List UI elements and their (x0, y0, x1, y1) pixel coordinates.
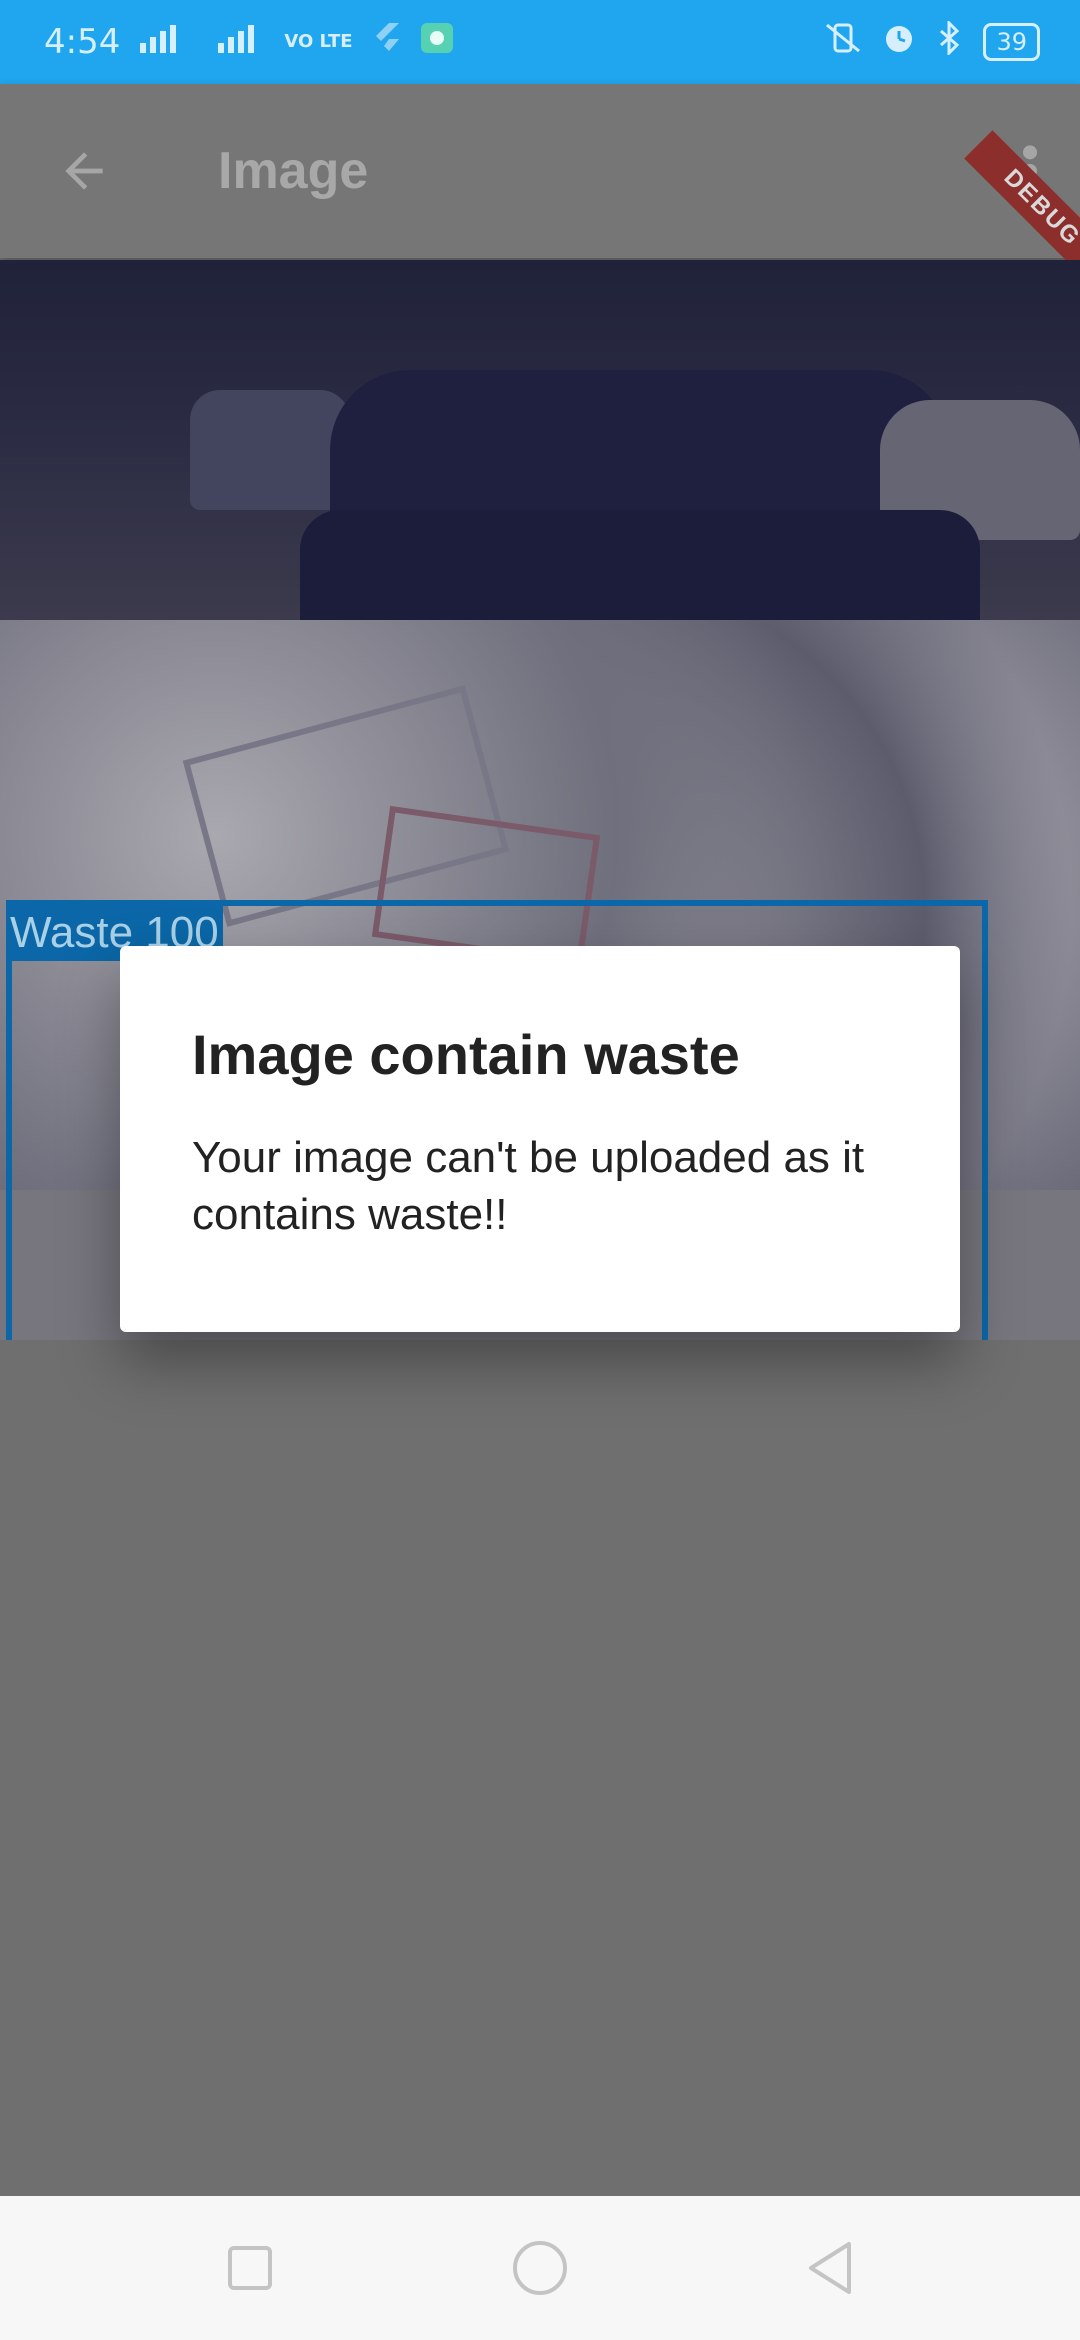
status-left: 4:54 VO LTE (44, 21, 455, 63)
image-car (190, 390, 350, 510)
back-nav-button[interactable] (800, 2238, 860, 2298)
back-button[interactable] (44, 131, 124, 211)
battery-icon: 39 (983, 23, 1040, 61)
bluetooth-icon (935, 19, 965, 63)
mute-vibrate-icon (823, 21, 863, 63)
volte-icon: VO LTE (284, 31, 353, 52)
recents-button[interactable] (220, 2238, 280, 2298)
arrow-back-icon (65, 152, 103, 190)
status-time: 4:54 (44, 22, 121, 62)
status-bar: 4:54 VO LTE 39 (0, 0, 1080, 84)
back-triangle-icon (809, 2242, 851, 2294)
dialog-message: Your image can't be uploaded as it conta… (192, 1133, 865, 1240)
signal-icon (216, 21, 266, 63)
home-circle-icon (513, 2241, 567, 2295)
system-nav-bar (0, 2196, 1080, 2340)
recents-square-icon (228, 2246, 272, 2290)
home-button[interactable] (510, 2238, 570, 2298)
status-right: 39 (823, 19, 1040, 63)
dialog-title: Image contain waste (192, 1023, 740, 1086)
app-bar: Image DEBUG (0, 84, 1080, 286)
flutter-icon (371, 21, 401, 63)
app-icon (419, 21, 455, 63)
page-title: Image (218, 142, 369, 200)
alert-dialog: Image contain waste Your image can't be … (120, 946, 960, 1332)
alarm-icon (881, 21, 917, 63)
signal-icon (138, 21, 198, 63)
